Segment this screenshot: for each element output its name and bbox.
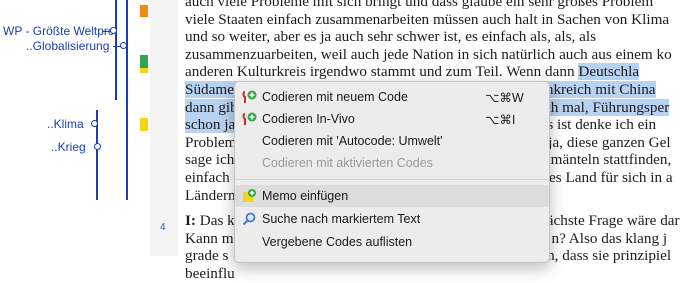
menu-item-label: Codieren mit 'Autocode: Umwelt' bbox=[262, 134, 443, 148]
code-label-krieg[interactable]: ..Krieg bbox=[51, 140, 86, 154]
menu-item-label: Memo einfügen bbox=[262, 189, 349, 203]
paragraph-number: 4 bbox=[160, 222, 166, 233]
text-segment: ächste Frage wäre dar bbox=[546, 212, 680, 230]
speaker-label: I: bbox=[185, 212, 196, 230]
memo-marker-green[interactable] bbox=[140, 55, 148, 68]
menu-item-label: Codieren mit aktivierten Codes bbox=[262, 156, 433, 170]
text-segment: sage ich bbox=[185, 151, 235, 169]
code-node-weltprobleme[interactable] bbox=[110, 27, 117, 34]
code-node-globalisierung[interactable] bbox=[120, 42, 127, 49]
selected-text[interactable]: dann gib bbox=[185, 98, 238, 116]
text-line: viele Staaten einfach zusammenarbeiten m… bbox=[185, 10, 670, 28]
code-bar-weltprobleme[interactable] bbox=[115, 0, 117, 100]
selected-text[interactable]: schon ja bbox=[185, 116, 236, 134]
selected-text[interactable]: Deutschla bbox=[578, 63, 640, 81]
text-line: auch viele Probleme mit sich bringt und … bbox=[185, 0, 654, 10]
menu-item-list-codes[interactable]: Vergebene Codes auflisten bbox=[235, 231, 549, 253]
text-segment: einfach bbox=[185, 168, 230, 186]
menu-item-shortcut: ⌥⌘W bbox=[485, 91, 524, 105]
menu-item-label: Vergebene Codes auflisten bbox=[262, 235, 413, 249]
menu-item-autocode[interactable]: Codieren mit 'Autocode: Umwelt' bbox=[235, 130, 549, 152]
code-bar-globalisierung[interactable] bbox=[126, 0, 128, 200]
magnifier-icon bbox=[242, 212, 256, 226]
code-label-klima[interactable]: ..Klima bbox=[47, 117, 84, 131]
selected-text[interactable]: Führungsper bbox=[592, 98, 670, 116]
text-segment: Kann m bbox=[185, 229, 234, 247]
menu-item-insert-memo[interactable]: Memo einfügen bbox=[235, 185, 549, 207]
memo-marker-yellow[interactable] bbox=[140, 118, 148, 131]
text-segment: n? Also das klang j bbox=[551, 229, 668, 247]
text-segment: ja, diese ganzen Gel bbox=[544, 133, 671, 151]
text-line: und so weiter, aber es ja auch sehr schw… bbox=[185, 28, 596, 46]
code-label-globalisierung[interactable]: ..Globalisierung bbox=[26, 39, 109, 53]
paragraph-gutter bbox=[150, 0, 178, 256]
text-segment: Problem bbox=[185, 133, 237, 151]
text-segment: ckmänteln stattfinden, bbox=[536, 151, 672, 169]
code-new-icon bbox=[242, 90, 257, 103]
menu-item-code-activated: Codieren mit aktivierten Codes bbox=[235, 152, 549, 174]
text-line: anderen Kulturkreis irgendwo stammt und … bbox=[185, 63, 694, 81]
menu-item-search-selection[interactable]: Suche nach markiertem Text bbox=[235, 208, 549, 230]
text-line: beeinflu bbox=[185, 264, 235, 282]
menu-item-code-new[interactable]: Codieren mit neuem Code ⌥⌘W bbox=[235, 86, 549, 108]
context-menu[interactable]: Codieren mit neuem Code ⌥⌘W Codieren In-… bbox=[234, 81, 550, 263]
menu-item-shortcut: ⌥⌘I bbox=[485, 113, 516, 127]
menu-separator bbox=[235, 179, 549, 180]
code-stripe-panel: WP - Größte Weltprc ..Globalisierung ..K… bbox=[0, 0, 150, 256]
text-segment: anderen Kulturkreis irgendwo stammt und … bbox=[185, 63, 579, 81]
menu-item-code-invivo[interactable]: Codieren In-Vivo ⌥⌘I bbox=[235, 108, 549, 130]
menu-item-label: Codieren In-Vivo bbox=[262, 112, 355, 126]
text-segment: edes Land für sich in a bbox=[534, 168, 673, 186]
memo-marker-orange[interactable] bbox=[140, 5, 148, 17]
code-node-klima[interactable] bbox=[91, 120, 98, 127]
code-label-weltprobleme[interactable]: WP - Größte Weltprc bbox=[3, 24, 114, 38]
code-invivo-icon bbox=[242, 112, 257, 125]
text-line: zusammenzuarbeiten, weil auch jede Natio… bbox=[185, 45, 672, 63]
menu-item-label: Codieren mit neuem Code bbox=[262, 90, 408, 104]
code-node-krieg[interactable] bbox=[94, 143, 101, 150]
menu-item-label: Suche nach markiertem Text bbox=[262, 212, 421, 226]
text-segment: Das k bbox=[195, 212, 235, 230]
memo-marker-yellow[interactable] bbox=[140, 68, 148, 73]
memo-add-icon bbox=[243, 189, 256, 202]
